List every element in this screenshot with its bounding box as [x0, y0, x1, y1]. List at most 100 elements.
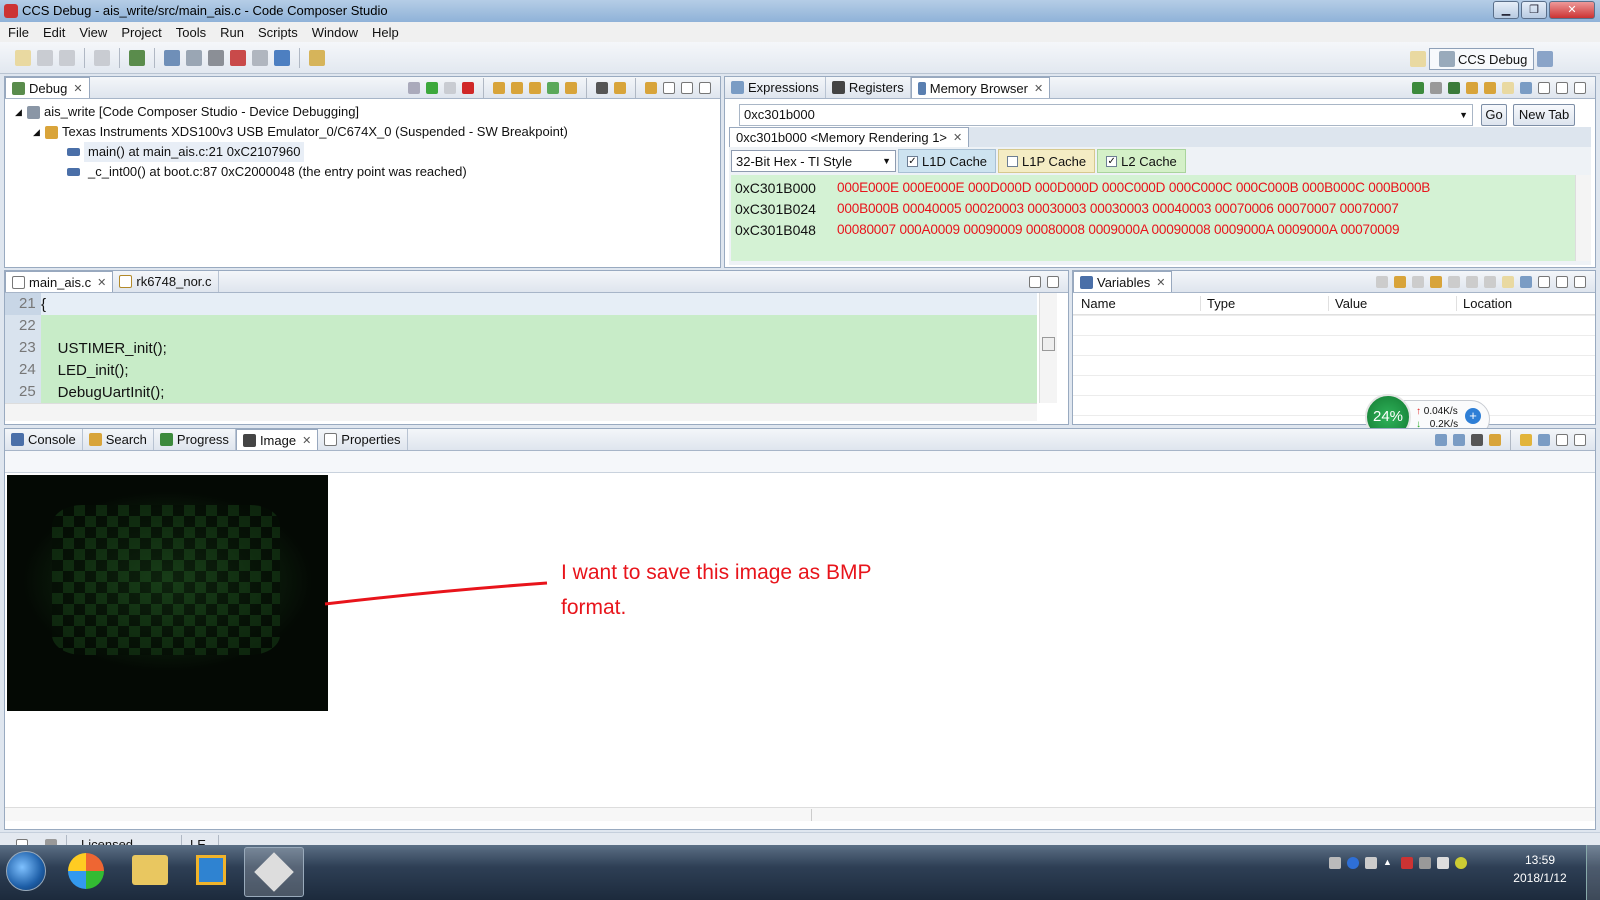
load-program-icon[interactable] [596, 81, 608, 94]
dropdown-arrow-icon[interactable]: ▼ [1459, 110, 1468, 120]
maximize-view-icon[interactable] [699, 81, 711, 94]
tab-rk6748-nor-c[interactable]: rk6748_nor.c [113, 271, 219, 292]
print-icon[interactable] [94, 49, 110, 66]
collapse-icon[interactable] [1412, 275, 1424, 288]
close-icon[interactable]: ✕ [953, 131, 962, 144]
pause-icon[interactable] [1520, 433, 1532, 446]
step-over-icon[interactable] [511, 81, 523, 94]
memory-data[interactable]: 000B000B 00040005 00020003 00030003 0003… [837, 201, 1399, 216]
menu-view[interactable]: View [79, 25, 107, 40]
link-icon[interactable] [1466, 81, 1478, 94]
view-menu-icon[interactable] [1538, 275, 1550, 288]
code-area[interactable]: 21 { 22 23 USTIMER_init(); 24 LED_init()… [5, 293, 1068, 403]
minimize-view-icon[interactable] [1556, 275, 1568, 288]
run-to-line-icon[interactable] [565, 81, 577, 94]
close-icon[interactable]: ✕ [97, 276, 106, 289]
maximize-view-icon[interactable] [1047, 275, 1059, 288]
tab-search[interactable]: Search [83, 429, 154, 450]
image-canvas[interactable]: I want to save this image as BMP format. [5, 473, 1595, 807]
taskbar-app-active[interactable] [244, 847, 304, 897]
asm-step-icon[interactable] [547, 81, 559, 94]
tree-item[interactable]: ◢ ais_write [Code Composer Studio - Devi… [15, 102, 720, 122]
tab-memory-browser[interactable]: Memory Browser ✕ [910, 77, 1051, 98]
maximize-view-icon[interactable] [1574, 275, 1586, 288]
tab-debug[interactable]: Debug ✕ [5, 77, 90, 98]
menu-window[interactable]: Window [312, 25, 358, 40]
new-icon[interactable] [15, 49, 31, 66]
tab-memory-rendering[interactable]: 0xc301b000 <Memory Rendering 1> ✕ [729, 127, 970, 147]
expand-icon[interactable]: ◢ [33, 122, 45, 142]
edit-icon[interactable] [1448, 275, 1460, 288]
taskbar-app-media-icon[interactable] [68, 853, 104, 889]
minimize-view-icon[interactable] [1556, 433, 1568, 446]
save-icon[interactable] [37, 49, 53, 66]
save-all-icon[interactable] [59, 49, 75, 66]
show-hidden-icon[interactable]: ▲ [1383, 857, 1395, 869]
remove-all-icon[interactable] [1484, 275, 1496, 288]
expand-icon[interactable]: ◢ [15, 102, 27, 122]
keyboard-icon[interactable] [1329, 857, 1341, 869]
suspend-icon[interactable] [444, 81, 456, 94]
perspective-edit-icon[interactable] [1537, 51, 1554, 67]
security-icon[interactable] [1365, 857, 1377, 869]
taskbar-app-ccs-icon[interactable] [196, 855, 226, 885]
vertical-scrollbar[interactable] [1039, 293, 1057, 403]
column-type[interactable]: Type [1201, 296, 1329, 311]
resume-icon[interactable] [426, 81, 438, 94]
scroll-thumb[interactable] [1042, 337, 1055, 351]
remove-icon[interactable] [1466, 275, 1478, 288]
tab-properties[interactable]: Properties [318, 429, 408, 450]
menu-tools[interactable]: Tools [176, 25, 206, 40]
show-types-icon[interactable] [1394, 275, 1406, 288]
tools-icon[interactable] [309, 49, 325, 66]
help-icon[interactable] [1347, 857, 1359, 869]
zoom-in-icon[interactable] [1435, 433, 1447, 446]
checkbox[interactable]: ✓ [907, 155, 918, 167]
clock[interactable]: 13:59 2018/1/12 [1505, 851, 1575, 887]
run-config-icon[interactable] [274, 49, 290, 66]
minimize-view-icon[interactable] [681, 81, 693, 94]
new-tab-button[interactable]: New Tab [1513, 103, 1575, 126]
vertical-scrollbar[interactable] [1575, 175, 1591, 261]
checkbox[interactable] [1007, 155, 1019, 167]
step-into-icon[interactable] [493, 81, 505, 94]
view-menu-icon[interactable] [1538, 81, 1550, 94]
refresh-icon[interactable] [1489, 433, 1501, 446]
tab-console[interactable]: Console [5, 429, 83, 450]
add-variable-icon[interactable] [1376, 275, 1388, 288]
plus-icon[interactable]: + [1465, 408, 1481, 424]
menu-run[interactable]: Run [220, 25, 244, 40]
tray-app-icon[interactable] [1455, 857, 1467, 869]
load-memory-icon[interactable] [1448, 81, 1460, 94]
format-select[interactable]: 32-Bit Hex - TI Style ▼ [731, 150, 896, 172]
maximize-view-icon[interactable] [1574, 433, 1586, 446]
action-center-icon[interactable] [1419, 857, 1431, 869]
l1d-cache-toggle[interactable]: ✓ L1D Cache [898, 149, 997, 173]
address-input[interactable]: 0xc301b000 ▼ [739, 103, 1473, 126]
network-error-icon[interactable] [1401, 857, 1413, 869]
close-icon[interactable]: ✕ [1034, 82, 1043, 95]
tab-variables[interactable]: Variables ✕ [1073, 271, 1173, 292]
restart-icon[interactable] [614, 81, 626, 94]
target-icon[interactable] [164, 49, 180, 66]
image-properties-icon[interactable] [1471, 433, 1483, 446]
close-icon[interactable]: ✕ [73, 82, 82, 95]
maximize-button[interactable]: ❐ [1521, 1, 1547, 19]
pin-icon[interactable] [1520, 81, 1532, 94]
disconnect-icon[interactable] [230, 49, 246, 66]
close-button[interactable]: ✕ [1549, 1, 1595, 19]
step-return-icon[interactable] [529, 81, 541, 94]
debug-icon[interactable] [129, 49, 145, 66]
close-icon[interactable]: ✕ [1156, 276, 1165, 289]
go-button[interactable]: Go [1481, 103, 1507, 126]
tab-registers[interactable]: Registers [826, 77, 911, 98]
new-view-icon[interactable] [1502, 81, 1514, 94]
minimize-button[interactable]: ▁ [1493, 1, 1519, 19]
menu-help[interactable]: Help [372, 25, 399, 40]
tree-item[interactable]: ◢ Texas Instruments XDS100v3 USB Emulato… [15, 122, 720, 142]
volume-icon[interactable] [1437, 857, 1449, 869]
menu-file[interactable]: File [8, 25, 29, 40]
tab-progress[interactable]: Progress [154, 429, 236, 450]
new-view-icon[interactable] [1502, 275, 1514, 288]
taskbar-app-explorer-icon[interactable] [132, 855, 168, 885]
